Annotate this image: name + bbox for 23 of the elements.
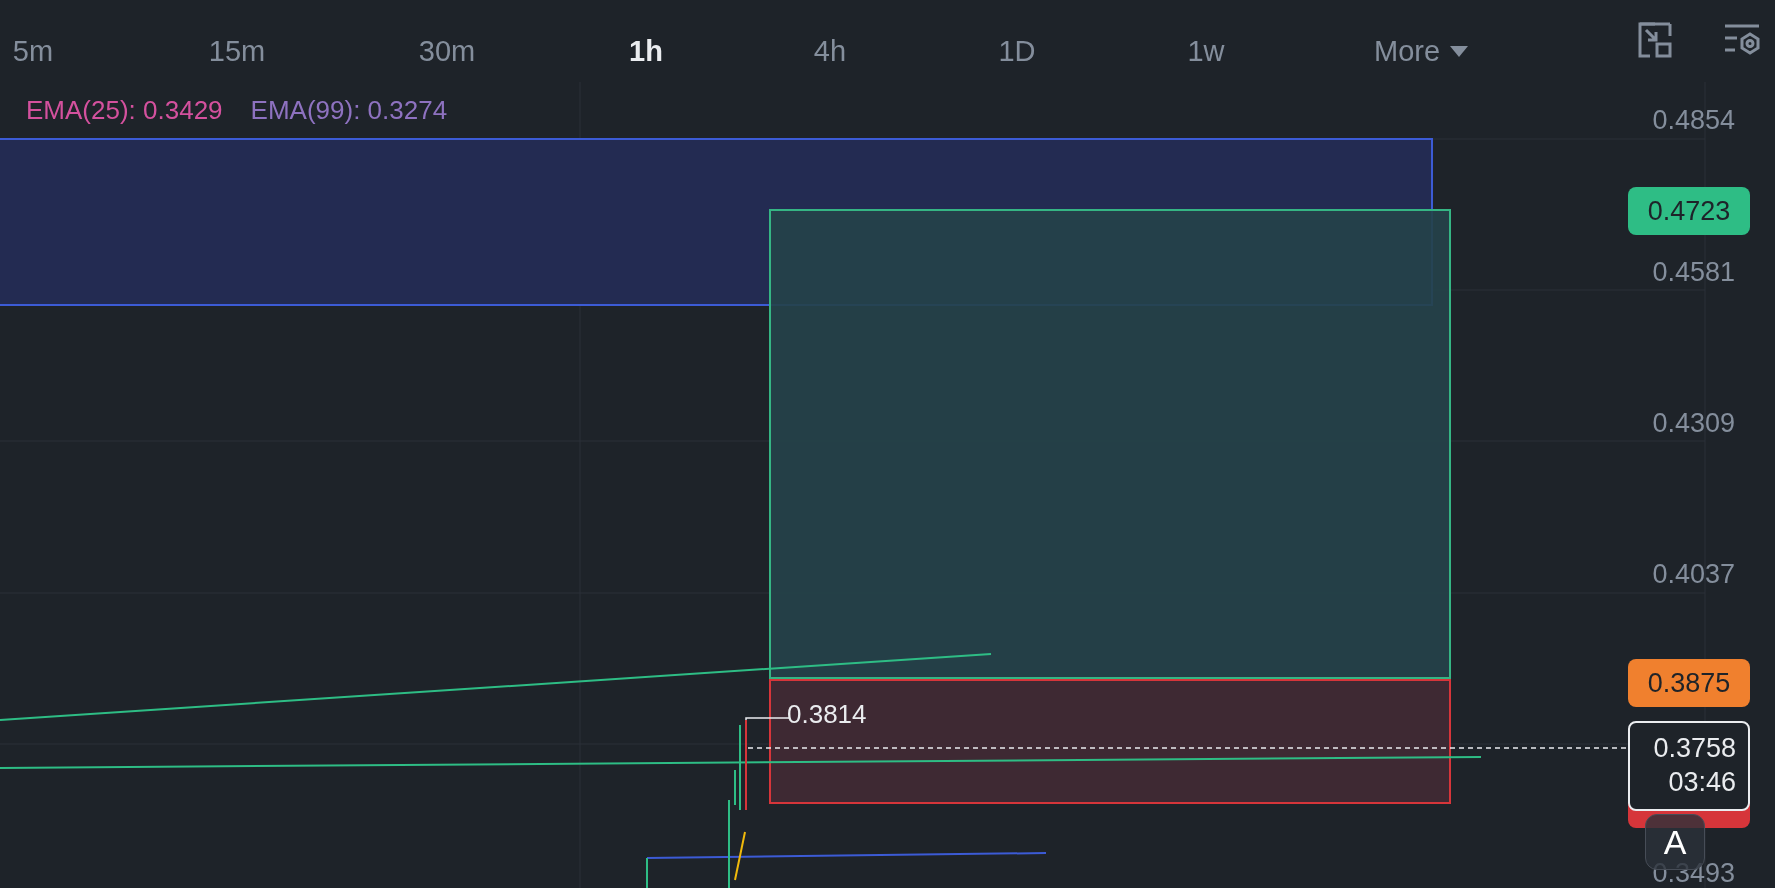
trend-line[interactable]: [0, 653, 992, 721]
indicator-value: EMA(25): 0.3429: [26, 94, 223, 127]
price-axis-label: 0.4854: [1652, 107, 1735, 134]
timeframe-tab[interactable]: 1w: [1187, 30, 1225, 74]
price-axis-label: 0.4309: [1652, 410, 1735, 437]
price-axis-label: 0.4581: [1652, 259, 1735, 286]
timeframe-tab[interactable]: 1D: [998, 30, 1036, 74]
stop-zone[interactable]: [769, 679, 1451, 804]
more-dropdown[interactable]: More: [1374, 30, 1469, 74]
timeframe-tab[interactable]: 5m: [12, 30, 54, 74]
timeframe-tab[interactable]: 15m: [208, 30, 266, 74]
trend-line[interactable]: [646, 852, 1047, 859]
current-price-label: 0.3758 03:46: [1628, 721, 1750, 811]
timeframe-tab[interactable]: 30m: [418, 30, 476, 74]
caret-icon: [1450, 45, 1469, 58]
trend-line[interactable]: [0, 756, 1482, 769]
price-badge: 0.3875: [1628, 659, 1750, 707]
price-axis-label: 0.4037: [1652, 561, 1735, 588]
timeframe-tab[interactable]: 1h: [629, 30, 663, 74]
price-badge: 0.4723: [1628, 187, 1750, 235]
indicator-value: EMA(99): 0.3274: [250, 94, 448, 127]
timeframe-tab[interactable]: 4h: [813, 30, 847, 74]
price-label: 0.3814: [787, 701, 867, 727]
